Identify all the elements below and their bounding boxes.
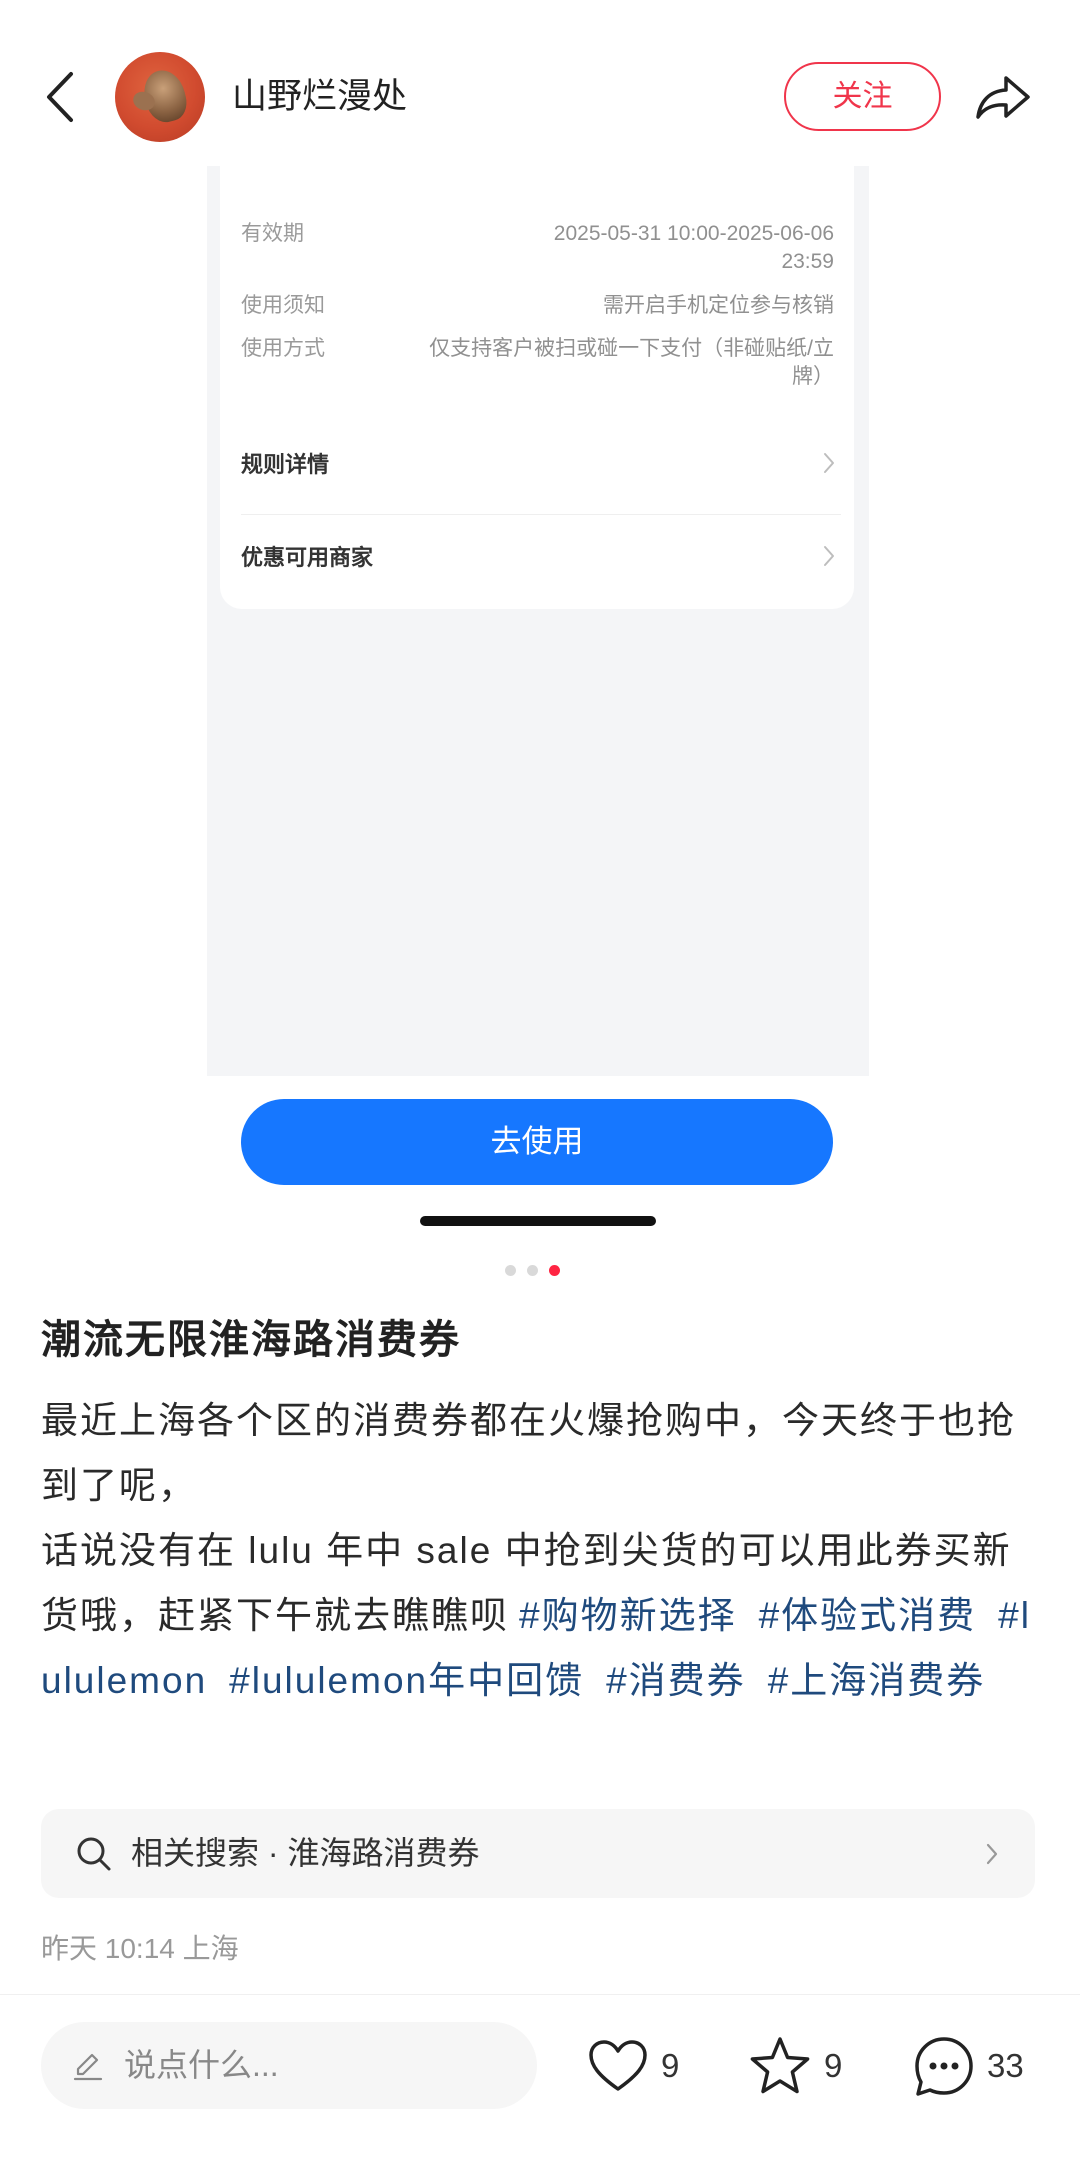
use-coupon-button: 去使用 [241, 1099, 833, 1185]
heart-icon [589, 2040, 647, 2091]
collect-button[interactable]: 9 [748, 2035, 842, 2097]
collect-count: 9 [824, 2047, 843, 2084]
note-title: 潮流无限淮海路消费券 [41, 1318, 461, 1362]
author-avatar[interactable] [115, 52, 205, 142]
carousel-dot [527, 1265, 538, 1276]
hashtag-link[interactable]: #lululemon年中回馈 [229, 1660, 584, 1701]
author-name[interactable]: 山野烂漫处 [232, 73, 407, 121]
detail-row-usage: 使用方式 仅支持客户被扫或碰一下支付（非碰贴纸/立牌） [241, 335, 834, 391]
back-arrow-icon[interactable] [42, 70, 78, 124]
detail-value: 需开启手机定位参与核销 [603, 294, 834, 317]
note-body: 最近上海各个区的消费券都在火爆抢购中，今天终于也抢到了呢， 话说没有在 lulu… [41, 1388, 1035, 1778]
comment-bubble-icon [915, 2037, 973, 2096]
post-meta: 昨天 10:14 上海 [41, 1933, 239, 1964]
hashtag-link[interactable]: #消费券 [606, 1660, 746, 1701]
share-icon[interactable] [974, 72, 1032, 122]
merchants-link: 优惠可用商家 [241, 524, 836, 588]
detail-value: 仅支持客户被扫或碰一下支付（非碰贴纸/立牌） [429, 337, 834, 388]
hashtag-link[interactable]: #体验式消费 [759, 1595, 977, 1636]
star-icon [750, 2037, 810, 2094]
comment-input[interactable]: 说点什么... [41, 2022, 537, 2109]
search-icon [77, 1837, 111, 1871]
pencil-icon [73, 2053, 103, 2081]
detail-label: 有效期 [241, 222, 304, 245]
detail-row-notice: 使用须知 需开启手机定位参与核销 [241, 292, 834, 320]
detail-row-validity: 有效期 2025-05-31 10:00-2025-06-06 23:59 [241, 220, 834, 276]
divider [0, 1994, 1080, 1995]
detail-value: 2025-05-31 10:00-2025-06-06 23:59 [553, 222, 834, 273]
detail-label: 使用方式 [241, 337, 325, 360]
link-label: 规则详情 [241, 452, 330, 477]
chevron-right-icon [824, 546, 834, 566]
hashtag-link[interactable]: #上海消费券 [768, 1660, 986, 1701]
chevron-right-icon [824, 453, 834, 473]
home-indicator [420, 1216, 656, 1226]
comment-placeholder: 说点什么... [124, 2047, 279, 2083]
carousel-indicator[interactable] [505, 1265, 560, 1276]
detail-label: 使用须知 [241, 294, 325, 317]
related-search-bar[interactable]: 相关搜索 · 淮海路消费券 [41, 1809, 1035, 1898]
coupon-detail-card: 有效期 2025-05-31 10:00-2025-06-06 23:59 使用… [220, 150, 854, 609]
hashtag-link[interactable]: #购物新选择 [519, 1595, 737, 1636]
comment-count: 33 [987, 2047, 1024, 2084]
carousel-dot-active [549, 1265, 560, 1276]
chevron-right-icon [986, 1843, 998, 1865]
like-count: 9 [661, 2047, 680, 2084]
divider [241, 514, 841, 515]
comment-button[interactable]: 33 [911, 2035, 1024, 2097]
link-label: 优惠可用商家 [241, 545, 374, 570]
note-paragraph: 话说没有在 lulu 年中 sale 中抢到尖货的可以用此券买新货哦，赶紧下午就… [41, 1518, 1035, 1713]
follow-button[interactable]: 关注 [784, 62, 941, 131]
note-paragraph: 最近上海各个区的消费券都在火爆抢购中，今天终于也抢到了呢， [41, 1400, 1016, 1506]
like-button[interactable]: 9 [587, 2035, 679, 2097]
top-bar: 山野烂漫处 关注 [0, 0, 1080, 166]
related-search-label: 相关搜索 · 淮海路消费券 [131, 1835, 480, 1871]
rules-detail-link: 规则详情 [241, 431, 836, 495]
carousel-dot [505, 1265, 516, 1276]
